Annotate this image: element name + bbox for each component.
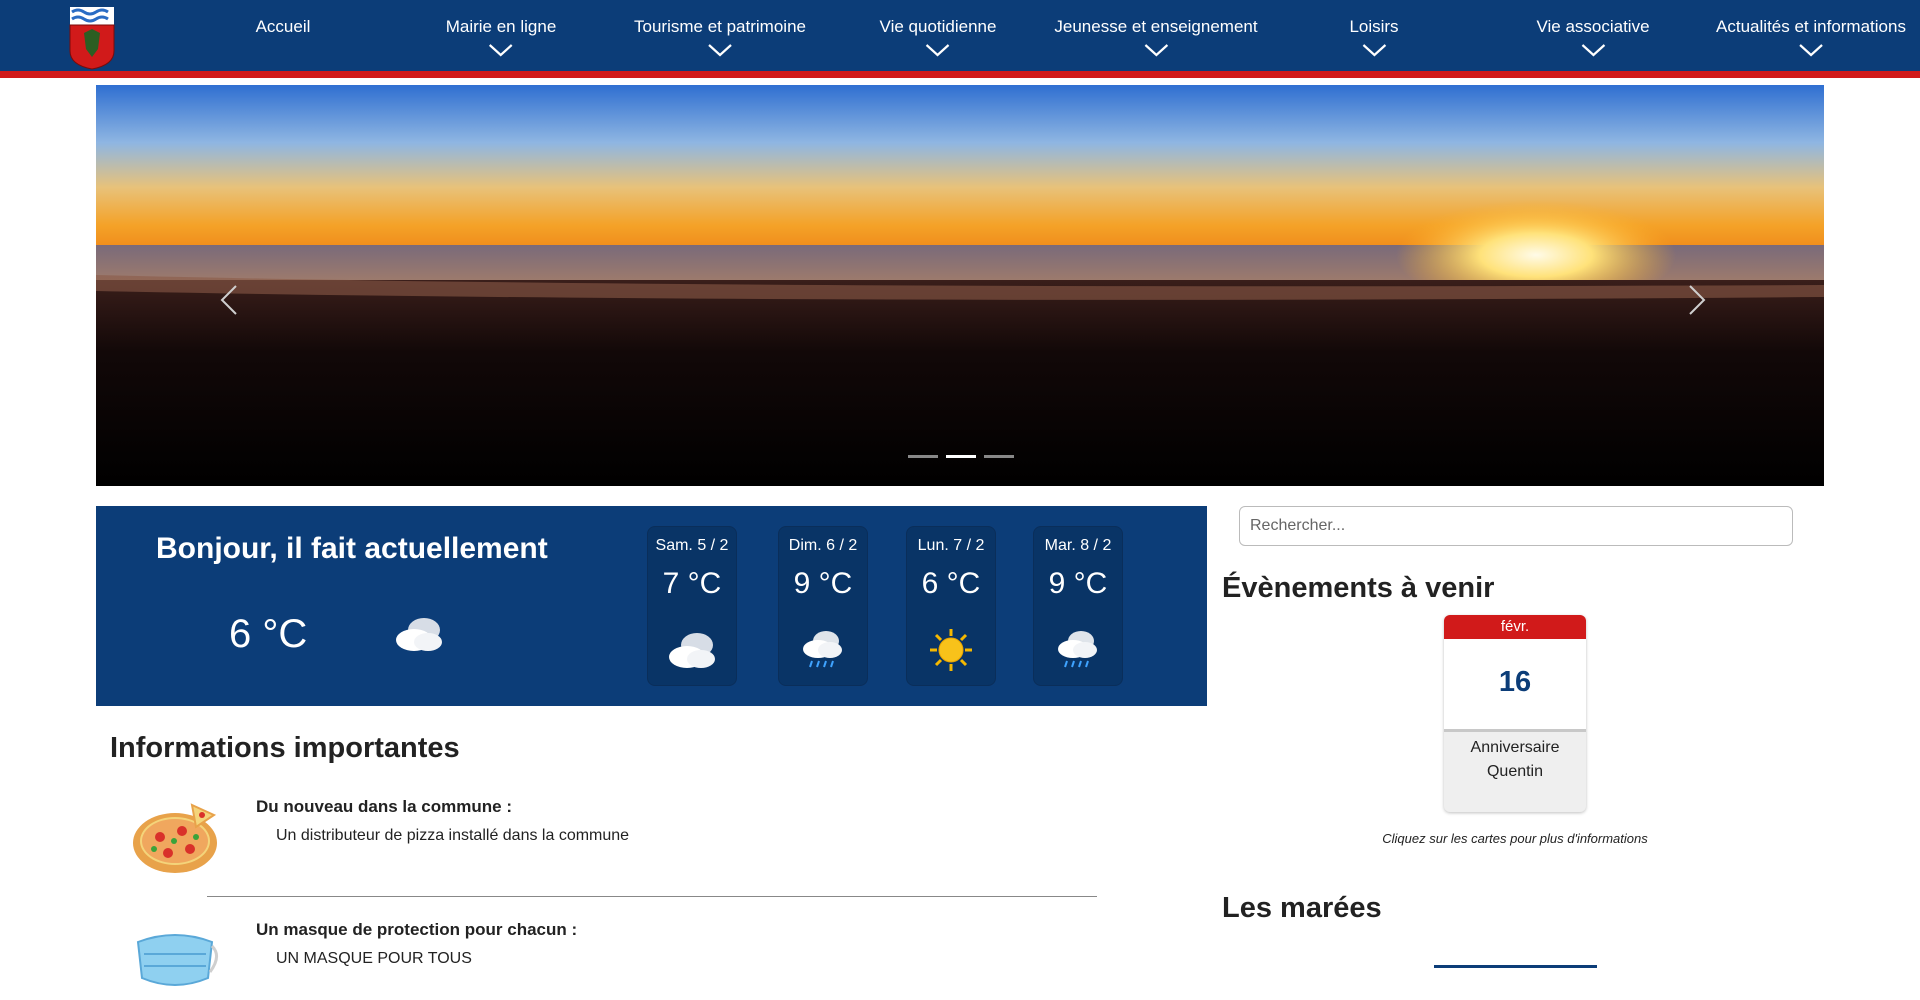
chevron-down-icon xyxy=(926,44,950,57)
nav-label: Accueil xyxy=(255,17,311,36)
chevron-down-icon xyxy=(1144,44,1168,57)
forecast-day: Mar. 8 / 2 xyxy=(1044,537,1112,554)
carousel-indicator-1[interactable] xyxy=(908,455,938,458)
chevron-down-icon xyxy=(1799,44,1823,57)
search-input[interactable] xyxy=(1239,506,1793,546)
forecast-day: Dim. 6 / 2 xyxy=(788,537,858,554)
weather-greeting: Bonjour, il fait actuellement xyxy=(156,532,548,565)
event-card[interactable]: févr. 16 Anniversaire Quentin xyxy=(1444,615,1586,812)
nav-item-accueil[interactable]: Accueil xyxy=(256,17,311,37)
chevron-down-icon xyxy=(489,44,513,57)
nav-label: Vie associative xyxy=(1536,17,1650,36)
forecast-temp: 9 °C xyxy=(793,567,853,600)
forecast-day: Sam. 5 / 2 xyxy=(655,537,729,554)
carousel-indicators xyxy=(908,455,1018,461)
event-name: Anniversaire Quentin xyxy=(1470,739,1560,780)
info-text: Un distributeur de pizza installé dans l… xyxy=(276,827,630,844)
info-text: UN MASQUE POUR TOUS xyxy=(276,950,472,967)
forecast-card: Dim. 6 / 2 9 °C xyxy=(778,526,868,686)
event-month: févr. xyxy=(1444,615,1586,639)
rain-icon xyxy=(803,631,842,668)
nav-item-tourisme-et-patrimoine[interactable]: Tourisme et patrimoine xyxy=(634,17,806,57)
forecast-temp: 7 °C xyxy=(662,567,722,600)
chevron-down-icon xyxy=(1581,44,1605,57)
weather-widget: Bonjour, il fait actuellement 6 °C Sam. … xyxy=(96,506,1207,706)
carousel-indicator-3[interactable] xyxy=(984,455,1014,458)
forecast-temp: 9 °C xyxy=(1048,567,1108,600)
nav-item-vie-quotidienne[interactable]: Vie quotidienne xyxy=(879,17,997,57)
chevron-left-icon[interactable] xyxy=(214,270,244,330)
forecast-card: Sam. 5 / 2 7 °C xyxy=(647,526,737,686)
face-mask-icon xyxy=(136,934,218,986)
divider xyxy=(207,896,1097,897)
events-hint: Cliquez sur les cartes pour plus d'infor… xyxy=(1382,831,1648,846)
nav-item-jeunesse-et-enseignement[interactable]: Jeunesse et enseignement xyxy=(1054,17,1258,57)
main-menu: Accueil Mairie en ligne Tourisme et patr… xyxy=(0,0,1920,78)
events-title: Évènements à venir xyxy=(1222,572,1495,604)
nav-label: Mairie en ligne xyxy=(445,17,557,36)
info-heading: Du nouveau dans la commune : xyxy=(256,797,512,816)
event-day: 16 xyxy=(1444,639,1586,732)
info-heading: Un masque de protection pour chacun : xyxy=(256,920,578,939)
tides-title: Les marées xyxy=(1222,892,1382,924)
nav-item-mairie-en-ligne[interactable]: Mairie en ligne xyxy=(445,17,557,57)
top-navigation-bar: Accueil Mairie en ligne Tourisme et patr… xyxy=(0,0,1920,78)
rain-icon xyxy=(1058,631,1097,668)
cloudy-icon xyxy=(669,633,715,668)
nav-item-actualites-et-informations[interactable]: Actualités et informations xyxy=(1716,17,1906,57)
carousel-indicator-2[interactable] xyxy=(946,455,976,458)
nav-label: Tourisme et patrimoine xyxy=(634,17,806,36)
chevron-down-icon xyxy=(1362,44,1386,57)
forecast-temp: 6 °C xyxy=(921,567,981,600)
nav-label: Loisirs xyxy=(1349,17,1399,36)
sun-icon xyxy=(930,629,972,671)
current-temperature: 6 °C xyxy=(229,612,308,656)
chevron-right-icon[interactable] xyxy=(1682,270,1712,330)
pizza-icon xyxy=(133,803,217,873)
hero-carousel xyxy=(96,85,1824,486)
info-title: Informations importantes xyxy=(110,732,460,764)
nav-label: Vie quotidienne xyxy=(879,17,997,36)
forecast-day: Lun. 7 / 2 xyxy=(917,537,985,554)
nav-item-vie-associative[interactable]: Vie associative xyxy=(1536,17,1650,57)
forecast-card: Mar. 8 / 2 9 °C xyxy=(1033,526,1123,686)
sunset-beach-image xyxy=(96,85,1824,486)
chevron-down-icon xyxy=(708,44,732,57)
cloudy-icon xyxy=(396,618,442,651)
nav-item-loisirs[interactable]: Loisirs xyxy=(1349,17,1399,57)
forecast-card: Lun. 7 / 2 6 °C xyxy=(906,526,996,686)
nav-label: Actualités et informations xyxy=(1716,17,1906,36)
nav-label: Jeunesse et enseignement xyxy=(1054,17,1258,36)
